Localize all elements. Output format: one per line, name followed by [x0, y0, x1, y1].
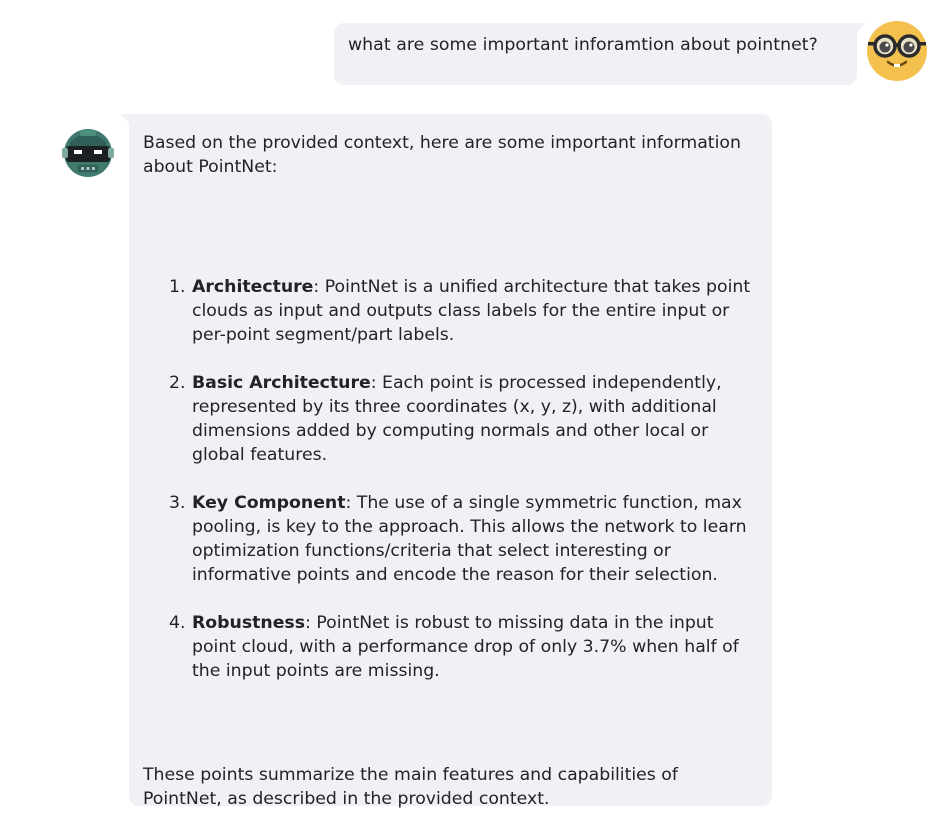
bot-intro-text: Based on the provided context, here are … [143, 133, 741, 177]
robot-icon [62, 129, 114, 177]
list-item-term: Basic Architecture [192, 373, 371, 393]
nerd-face-icon [867, 21, 927, 81]
list-item-term: Architecture [192, 277, 314, 297]
user-message-bubble: what are some important inforamtion abou… [334, 23, 866, 85]
list-item-term: Key Component [192, 493, 346, 513]
answer-list: 1. Architecture: PointNet is a unified a… [143, 275, 758, 683]
list-item-number: 2. [169, 373, 186, 393]
list-item-number: 1. [169, 277, 186, 297]
list-item: 3. Key Component: The use of a single sy… [143, 491, 758, 587]
list-item: 1. Architecture: PointNet is a unified a… [143, 275, 758, 347]
list-item: 2. Basic Architecture: Each point is pro… [143, 371, 758, 467]
list-item-term: Robustness [192, 613, 305, 633]
list-item-number: 4. [169, 613, 186, 633]
user-message-text: what are some important inforamtion abou… [348, 35, 818, 55]
bot-message-bubble: Based on the provided context, here are … [120, 114, 772, 809]
list-item: 4. Robustness: PointNet is robust to mis… [143, 611, 758, 683]
list-item-number: 3. [169, 493, 186, 513]
bot-outro-text: These points summarize the main features… [143, 765, 678, 809]
